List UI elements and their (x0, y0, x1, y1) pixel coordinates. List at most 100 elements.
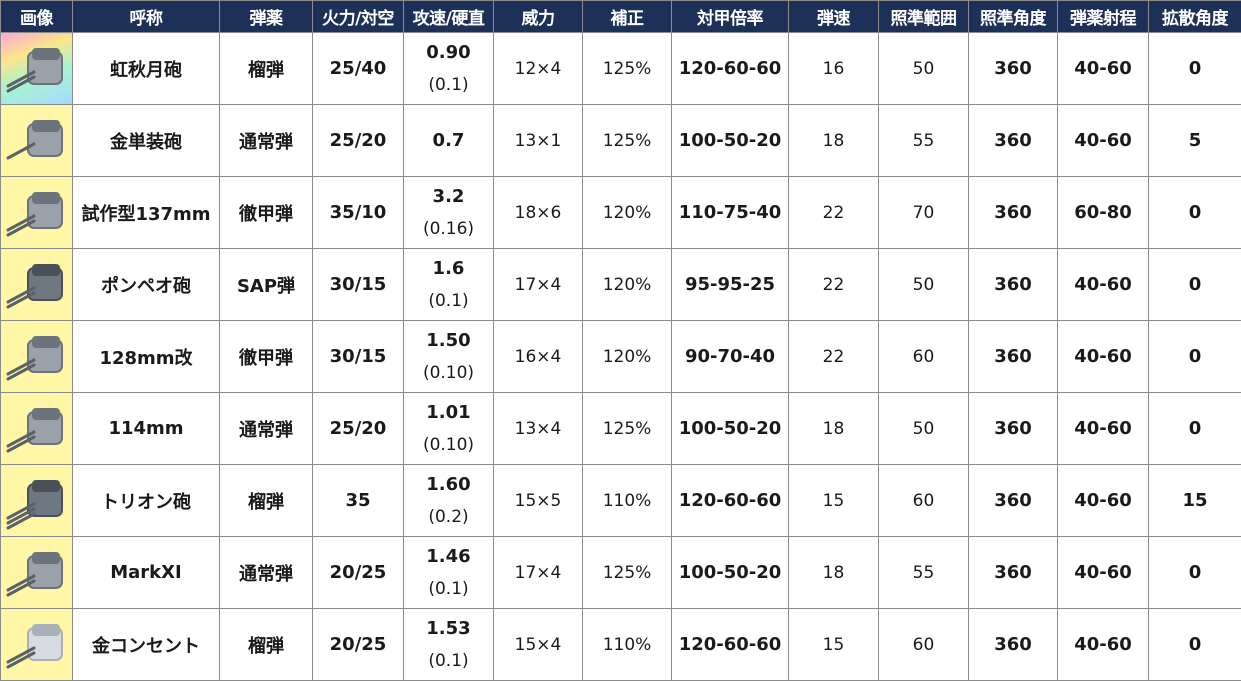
aim-range-cell: 60 (878, 320, 969, 393)
aim-angle-cell: 360 (968, 536, 1058, 609)
ammo-cell: 通常弾 (219, 536, 313, 609)
speed-cell: 1.46 (0.1) (403, 536, 494, 609)
header-mod: 補正 (582, 0, 672, 33)
power-cell: 13×4 (493, 392, 583, 465)
power-cell: 16×4 (493, 320, 583, 393)
header-speed: 攻速/硬直 (403, 0, 494, 33)
velocity-cell: 22 (788, 320, 879, 393)
header-aim-range: 照準範囲 (878, 0, 969, 33)
header-power: 威力 (493, 0, 583, 33)
armor-cell: 120-60-60 (671, 32, 789, 105)
aim-angle-cell: 360 (968, 32, 1058, 105)
speed-recovery-value: (0.1) (428, 290, 469, 311)
table-row: 114mm 通常弾 25/20 1.01 (0.10) 13×4 125% 100-50-20… (0, 392, 1241, 465)
header-row: 画像 呼称 弾薬 火力/対空 攻速/硬直 威力 補正 対甲倍率 弾速 照準範囲 … (0, 0, 1241, 33)
weapon-name-cell: 金単装砲 (72, 104, 220, 177)
weapon-thumbnail-cell (0, 176, 73, 249)
firepower-cell: 25/20 (312, 392, 404, 465)
speed-main-value: 0.90 (426, 41, 471, 63)
speed-main-value: 1.50 (426, 329, 471, 351)
header-armor: 対甲倍率 (671, 0, 789, 33)
mod-cell: 110% (582, 464, 672, 537)
armor-cell: 110-75-40 (671, 176, 789, 249)
turret-twin-light-icon (6, 623, 63, 668)
aim-angle-cell: 360 (968, 104, 1058, 177)
ammo-cell: 徹甲弾 (219, 176, 313, 249)
weapon-name-cell: 128mm改 (72, 320, 220, 393)
range-cell: 40-60 (1057, 608, 1149, 681)
spread-cell: 5 (1148, 104, 1241, 177)
weapon-name-cell: トリオン砲 (72, 464, 220, 537)
mod-cell: 120% (582, 176, 672, 249)
power-cell: 15×4 (493, 608, 583, 681)
weapon-thumbnail-cell (0, 320, 73, 393)
aim-range-cell: 50 (878, 248, 969, 321)
header-velocity: 弾速 (788, 0, 879, 33)
range-cell: 60-80 (1057, 176, 1149, 249)
aim-angle-cell: 360 (968, 392, 1058, 465)
header-spread: 拡散角度 (1148, 0, 1241, 33)
aim-angle-cell: 360 (968, 248, 1058, 321)
table-row: 試作型137mm 徹甲弾 35/10 3.2 (0.16) 18×6 120% 110-75-… (0, 176, 1241, 249)
speed-cell: 3.2 (0.16) (403, 176, 494, 249)
mod-cell: 125% (582, 392, 672, 465)
speed-main-value: 1.6 (432, 257, 465, 279)
ammo-cell: SAP弾 (219, 248, 313, 321)
spread-cell: 0 (1148, 392, 1241, 465)
armor-cell: 120-60-60 (671, 608, 789, 681)
turret-twin-gray-icon (6, 191, 63, 236)
range-cell: 40-60 (1057, 320, 1149, 393)
firepower-cell: 30/15 (312, 248, 404, 321)
aim-range-cell: 55 (878, 104, 969, 177)
range-cell: 40-60 (1057, 248, 1149, 321)
table-row: トリオン砲 榴弾 35 1.60 (0.2) 15×5 110% 120-60-60 15 60 3… (0, 464, 1241, 537)
speed-main-value: 1.46 (426, 545, 471, 567)
velocity-cell: 18 (788, 536, 879, 609)
speed-main-value: 1.60 (426, 473, 471, 495)
turret-twin-gray-icon (6, 551, 63, 596)
spread-cell: 0 (1148, 248, 1241, 321)
mod-cell: 125% (582, 32, 672, 105)
weapon-name-cell: 虹秋月砲 (72, 32, 220, 105)
mod-cell: 110% (582, 608, 672, 681)
firepower-cell: 35/10 (312, 176, 404, 249)
aim-angle-cell: 360 (968, 176, 1058, 249)
armor-cell: 95-95-25 (671, 248, 789, 321)
firepower-cell: 25/20 (312, 104, 404, 177)
table-row: MarkXI 通常弾 20/25 1.46 (0.1) 17×4 125% 100-50-20… (0, 536, 1241, 609)
velocity-cell: 15 (788, 608, 879, 681)
aim-range-cell: 55 (878, 536, 969, 609)
speed-recovery-value: (0.2) (428, 506, 469, 527)
speed-cell: 1.50 (0.10) (403, 320, 494, 393)
weapon-thumbnail-cell (0, 32, 73, 105)
speed-main-value: 1.01 (426, 401, 471, 423)
mod-cell: 125% (582, 104, 672, 177)
firepower-cell: 30/15 (312, 320, 404, 393)
armor-cell: 100-50-20 (671, 536, 789, 609)
table-row: 虹秋月砲 榴弾 25/40 0.90 (0.1) 12×4 125% 120-60-60 16 5… (0, 32, 1241, 105)
velocity-cell: 15 (788, 464, 879, 537)
weapon-name-cell: ポンペオ砲 (72, 248, 220, 321)
power-cell: 17×4 (493, 248, 583, 321)
speed-recovery-value: (0.1) (428, 578, 469, 599)
range-cell: 40-60 (1057, 464, 1149, 537)
velocity-cell: 22 (788, 248, 879, 321)
power-cell: 18×6 (493, 176, 583, 249)
power-cell: 13×1 (493, 104, 583, 177)
firepower-cell: 25/40 (312, 32, 404, 105)
spread-cell: 0 (1148, 608, 1241, 681)
header-firepower: 火力/対空 (312, 0, 404, 33)
aim-angle-cell: 360 (968, 320, 1058, 393)
speed-cell: 1.6 (0.1) (403, 248, 494, 321)
aim-range-cell: 60 (878, 608, 969, 681)
aim-angle-cell: 360 (968, 464, 1058, 537)
speed-recovery-value: (0.16) (422, 218, 475, 239)
weapon-thumbnail-cell (0, 536, 73, 609)
weapon-name-cell: 金コンセント (72, 608, 220, 681)
weapon-thumbnail-cell (0, 464, 73, 537)
speed-cell: 1.60 (0.2) (403, 464, 494, 537)
turret-twin-gray-icon (6, 407, 63, 452)
mod-cell: 120% (582, 248, 672, 321)
armor-cell: 90-70-40 (671, 320, 789, 393)
speed-cell: 1.53 (0.1) (403, 608, 494, 681)
